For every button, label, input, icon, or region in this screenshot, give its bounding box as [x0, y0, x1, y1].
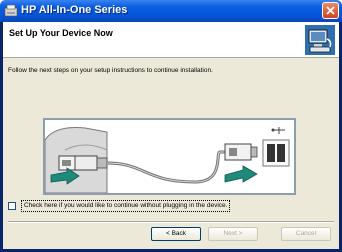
instruction-text: Follow the next steps on your setup inst…: [8, 67, 213, 74]
continue-without-device-checkbox[interactable]: [8, 202, 16, 210]
close-button[interactable]: [322, 2, 339, 19]
setup-computer-icon: [305, 25, 335, 55]
next-button[interactable]: Next >: [208, 227, 258, 241]
cancel-button[interactable]: Cancel: [281, 227, 331, 241]
checkbox-label[interactable]: Check here if you would like to continue…: [21, 200, 231, 212]
back-button[interactable]: < Back: [151, 227, 201, 241]
window-title: HP All-In-One Series: [21, 4, 128, 16]
dialog-header: Set Up Your Device Now: [3, 22, 339, 58]
close-icon: [326, 6, 335, 15]
page-title: Set Up Your Device Now: [9, 28, 113, 38]
dialog-body: Set Up Your Device Now Follow the next s…: [3, 22, 339, 249]
hp-app-icon: [4, 4, 18, 17]
usb-connection-illustration: [43, 118, 296, 195]
setup-window: HP All-In-One Series Set Up Your Device …: [0, 0, 342, 252]
usb-cable-diagram: [44, 127, 290, 194]
title-bar[interactable]: HP All-In-One Series: [0, 0, 342, 22]
footer-divider: [8, 221, 334, 223]
